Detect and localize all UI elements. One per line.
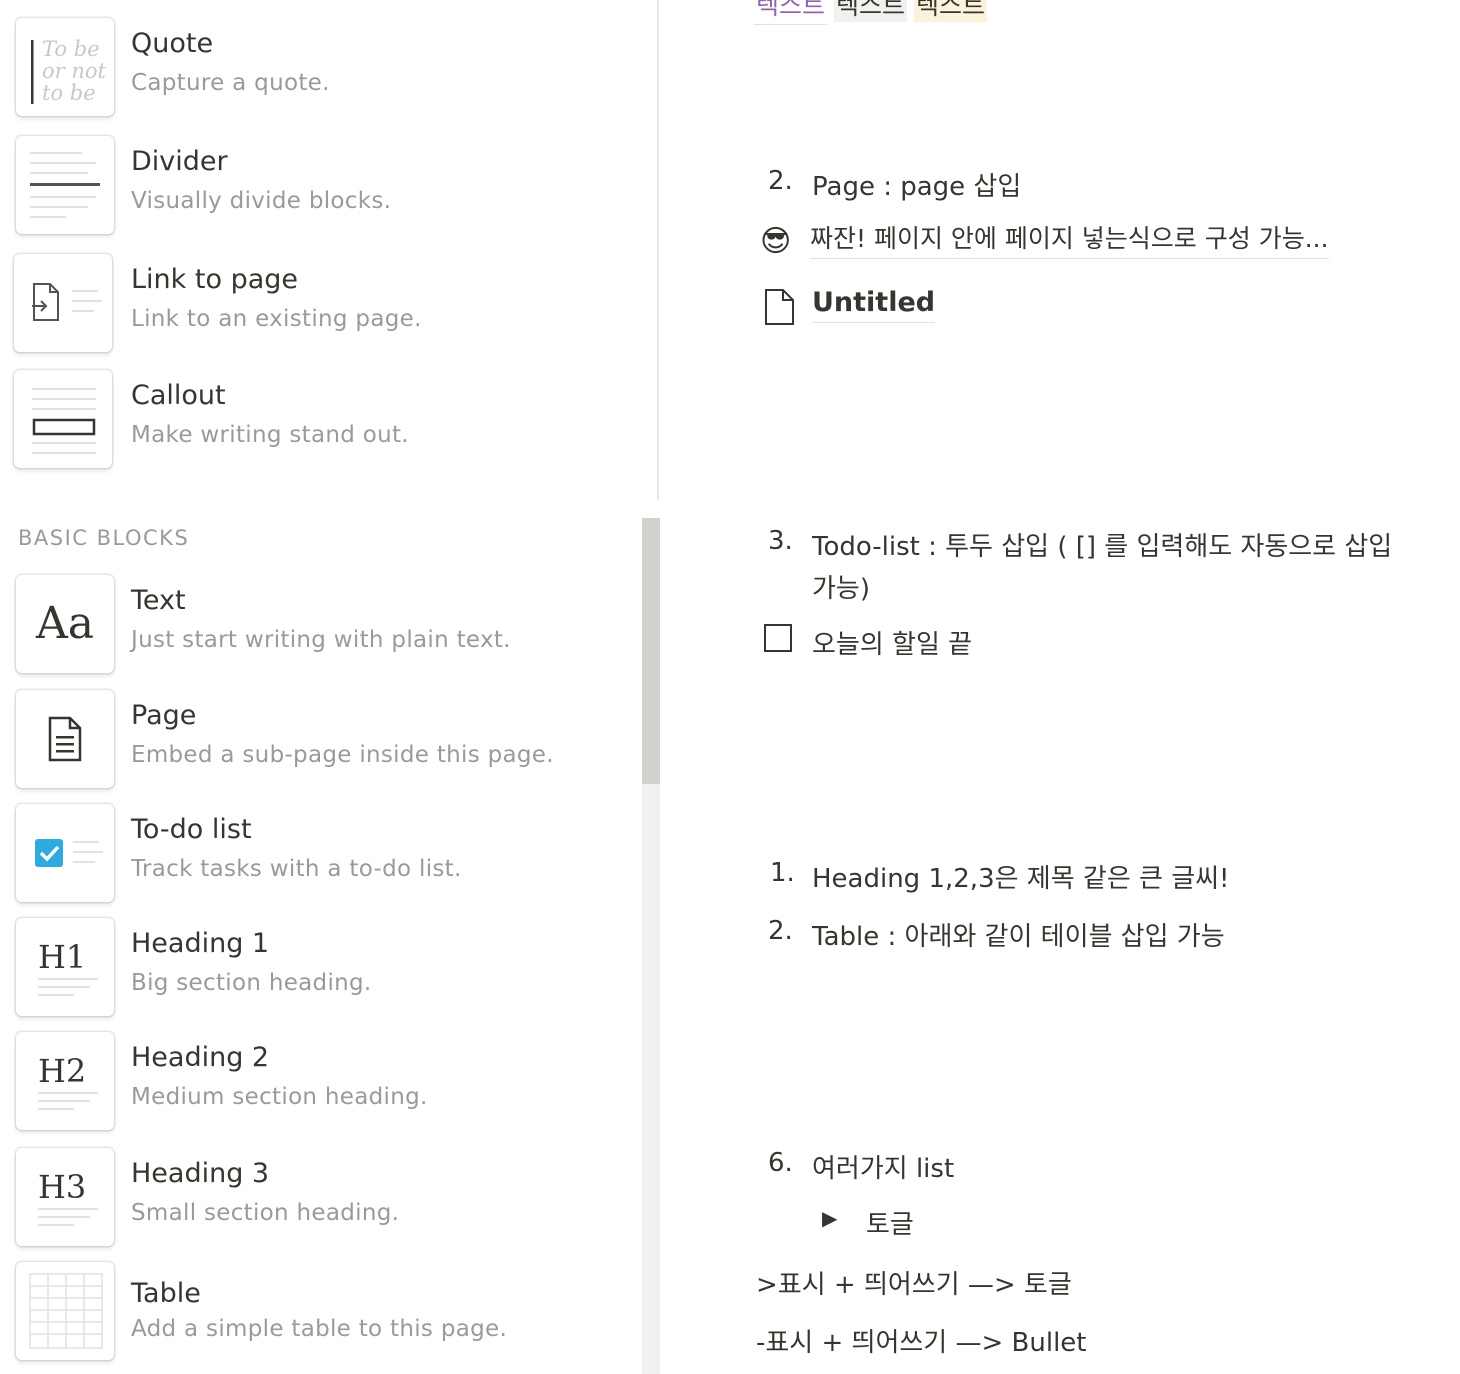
menu-item-desc: Make writing stand out. — [131, 422, 409, 448]
note-bullet-shortcut: -표시 + 띄어쓰기 —> Bullet — [756, 1328, 1087, 1358]
untitled-link-text: Untitled — [812, 286, 936, 323]
heading1-icon-glyph: H1 — [38, 938, 86, 976]
heading2-icon-glyph: H2 — [38, 1052, 86, 1090]
table-item-text: Table : 아래와 같이 테이블 삽입 가능 — [812, 922, 1225, 952]
block-menu-top: To be or not to be Quote Capture a quote… — [0, 0, 658, 500]
text-icon-glyph: Aa — [35, 598, 94, 649]
menu-item-title: Table — [131, 1278, 201, 1309]
list-item-text: 여러가지 list — [812, 1154, 955, 1184]
list-number: 6. — [768, 1148, 793, 1178]
menu-item-title: Divider — [131, 146, 228, 177]
menu-item-desc: Capture a quote. — [131, 70, 330, 96]
heading1-icon: H1 — [16, 918, 114, 1016]
menu-item-heading-3[interactable]: H3 Heading 3 Small section heading. — [0, 1148, 640, 1258]
menu-item-link-to-page[interactable]: Link to page Link to an existing page. — [0, 254, 640, 364]
menu-item-desc: Track tasks with a to-do list. — [131, 856, 462, 882]
section-label-basic-blocks: BASIC BLOCKS — [18, 526, 190, 550]
menu-item-desc: Medium section heading. — [131, 1084, 428, 1110]
note-toggle-shortcut: >표시 + 띄어쓰기 —> 토글 — [756, 1270, 1072, 1300]
todo-checkbox[interactable] — [764, 624, 792, 652]
quote-icon: To be or not to be — [16, 18, 114, 116]
todo-item-line-2: 가능) — [812, 574, 870, 604]
page-doc-icon — [760, 286, 800, 326]
quote-thumb-line-2: or not — [42, 59, 107, 83]
list-number: 2. — [768, 166, 793, 196]
toggle-arrow-icon[interactable]: ▶ — [822, 1206, 837, 1230]
menu-item-divider[interactable]: Divider Visually divide blocks. — [0, 136, 640, 246]
heading2-icon: H2 — [16, 1032, 114, 1130]
heading-item-text: Heading 1,2,3은 제목 같은 큰 글씨! — [812, 864, 1230, 894]
heading3-icon-glyph: H3 — [38, 1168, 86, 1206]
colored-text-purple[interactable]: 텍스트 — [754, 0, 828, 25]
colored-text-gray-bg: 텍스트 — [834, 0, 908, 22]
menu-item-desc: Just start writing with plain text. — [131, 627, 511, 653]
menu-item-callout[interactable]: Callout Make writing stand out. — [0, 370, 640, 480]
menu-item-heading-2[interactable]: H2 Heading 2 Medium section heading. — [0, 1032, 640, 1142]
menu-item-title: Heading 2 — [131, 1042, 270, 1073]
panel-divider-line — [657, 0, 659, 500]
untitled-page-link[interactable]: Untitled — [760, 282, 960, 328]
menu-item-quote[interactable]: To be or not to be Quote Capture a quote… — [0, 18, 640, 128]
menu-item-text[interactable]: Aa Text Just start writing with plain te… — [0, 575, 640, 685]
todo-icon — [16, 804, 114, 902]
menu-item-desc: Add a simple table to this page. — [131, 1316, 508, 1342]
list-number: 2. — [768, 916, 793, 946]
menu-item-title: To-do list — [131, 814, 252, 845]
link-page-icon — [14, 254, 112, 352]
text-icon: Aa — [16, 575, 114, 673]
sunglasses-emoji-icon: 😎 — [760, 224, 792, 259]
menu-item-desc: Small section heading. — [131, 1200, 400, 1226]
menu-item-title: Heading 1 — [131, 928, 270, 959]
subpage-link-text: 짜잔! 페이지 안에 페이지 넣는식으로 구성 가능... — [810, 222, 1329, 259]
list-number: 3. — [768, 526, 793, 556]
page-item-text: Page : page 삽입 — [812, 172, 1022, 202]
quote-thumb-line-3: to be — [42, 81, 96, 105]
table-icon — [16, 1262, 114, 1360]
page-icon — [16, 690, 114, 788]
menu-item-table[interactable]: Table Add a simple table to this page. — [0, 1262, 640, 1372]
todo-checkbox-label[interactable]: 오늘의 할일 끝 — [812, 624, 972, 661]
toggle-text[interactable]: 토글 — [866, 1204, 914, 1241]
menu-item-title: Page — [131, 700, 197, 731]
menu-item-title: Quote — [131, 28, 214, 59]
menu-item-desc: Visually divide blocks. — [131, 188, 392, 214]
scrollbar-thumb[interactable] — [642, 518, 660, 784]
heading3-icon: H3 — [16, 1148, 114, 1246]
todo-item-line-1: Todo-list : 투두 삽입 ( [] 를 입력해도 자동으로 삽입 — [812, 532, 1393, 562]
menu-item-page[interactable]: Page Embed a sub-page inside this page. — [0, 690, 640, 800]
menu-item-todo-list[interactable]: To-do list Track tasks with a to-do list… — [0, 804, 640, 914]
menu-item-title: Callout — [131, 380, 226, 411]
callout-icon — [14, 370, 112, 468]
menu-item-desc: Embed a sub-page inside this page. — [131, 742, 554, 768]
menu-item-heading-1[interactable]: H1 Heading 1 Big section heading. — [0, 918, 640, 1028]
quote-thumb-line-1: To be — [42, 37, 100, 61]
colored-text-yellow-bg: 텍스트 — [914, 0, 988, 22]
menu-item-title: Heading 3 — [131, 1158, 270, 1189]
menu-item-title: Text — [131, 585, 186, 616]
menu-item-desc: Big section heading. — [131, 970, 372, 996]
menu-item-title: Link to page — [131, 264, 298, 295]
menu-item-desc: Link to an existing page. — [131, 306, 422, 332]
list-number: 1. — [770, 858, 795, 888]
subpage-link[interactable]: 😎 짜잔! 페이지 안에 페이지 넣는식으로 구성 가능... — [760, 220, 1360, 264]
divider-icon — [16, 136, 114, 234]
